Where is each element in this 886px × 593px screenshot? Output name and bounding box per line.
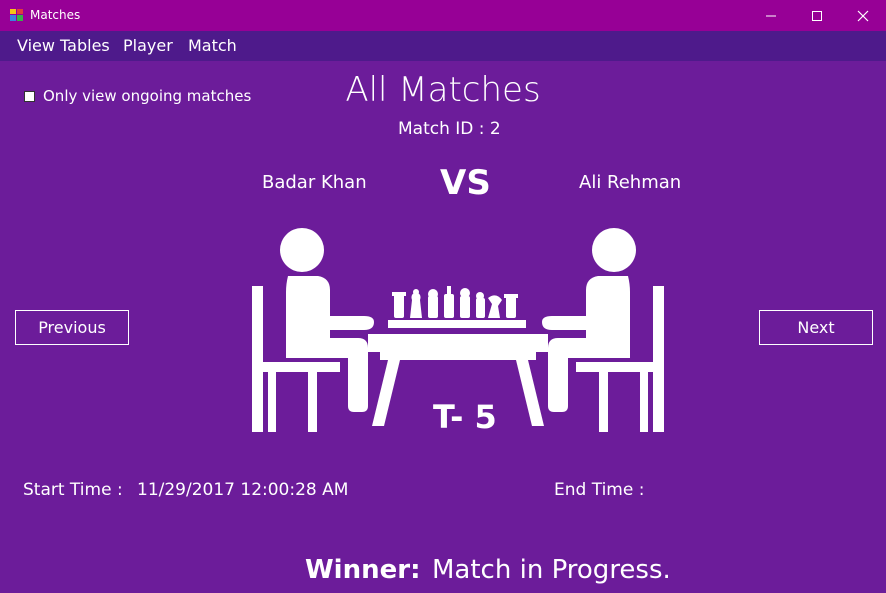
start-time-label: Start Time : (23, 480, 123, 500)
menu-item-view-tables[interactable]: View Tables (17, 31, 110, 61)
table-label: T- 5 (433, 398, 497, 436)
page-title: All Matches (345, 70, 541, 110)
previous-button[interactable]: Previous (15, 310, 129, 345)
title-bar: Matches (0, 0, 886, 31)
vs-label: VS (440, 163, 491, 203)
menu-item-match[interactable]: Match (188, 31, 237, 61)
winner-value: Match in Progress. (432, 555, 671, 585)
menu-item-player[interactable]: Player (123, 31, 173, 61)
window-title: Matches (30, 8, 81, 22)
app-grid-icon (10, 9, 23, 21)
close-button[interactable] (840, 0, 886, 31)
menu-bar: View Tables Player Match (0, 31, 886, 61)
winner-label: Winner: (305, 555, 421, 585)
maximize-icon (812, 10, 822, 21)
player2-name: Ali Rehman (579, 172, 682, 193)
end-time-label: End Time : (554, 480, 645, 500)
minimize-icon (766, 15, 776, 16)
player1-name: Badar Khan (262, 172, 367, 193)
minimize-button[interactable] (748, 0, 794, 31)
start-time-value: 11/29/2017 12:00:28 AM (137, 480, 349, 500)
close-icon (857, 10, 869, 21)
match-id: Match ID : 2 (398, 119, 501, 139)
next-button[interactable]: Next (759, 310, 873, 345)
maximize-button[interactable] (794, 0, 840, 31)
